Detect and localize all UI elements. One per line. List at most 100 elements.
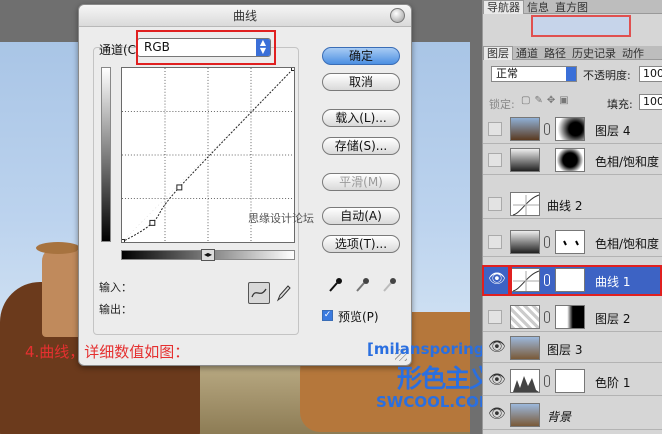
highlight-box-channel	[136, 30, 276, 65]
dialog-titlebar[interactable]: 曲线	[79, 5, 411, 27]
layer-row[interactable]: 图层 2	[483, 302, 662, 332]
layer-name: 色相/饱和度	[595, 237, 660, 251]
eye-icon[interactable]: 👁	[488, 340, 506, 355]
eye-icon[interactable]: 👁	[488, 373, 506, 388]
curve-control-point[interactable]	[291, 67, 295, 71]
load-button[interactable]: 载入(L)...	[322, 109, 400, 127]
layer-name: 图层 3	[547, 343, 583, 357]
layer-tab-row: 图层 通道 路径 历史记录 动作	[483, 46, 662, 60]
highlight-box-layer	[508, 265, 662, 296]
blend-mode-value: 正常	[496, 67, 518, 80]
fill-label: 填充:	[607, 98, 633, 111]
layer-name: 色阶 1	[595, 376, 631, 390]
layer-name: 背景	[547, 410, 572, 424]
tab-layers[interactable]: 图层	[483, 46, 513, 60]
tab-actions[interactable]: 动作	[619, 47, 647, 60]
adjustment-thumbnail	[510, 148, 540, 172]
visibility-toggle[interactable]	[488, 153, 502, 167]
tab-history[interactable]: 历史记录	[569, 47, 619, 60]
gradient-toggle-icon[interactable]: ◂▸	[201, 249, 215, 261]
lock-label: 锁定:	[489, 98, 515, 111]
layer-name: 图层 2	[595, 312, 631, 326]
gray-eyedropper-icon[interactable]	[355, 275, 371, 293]
layer-mask[interactable]	[555, 117, 585, 141]
link-icon	[544, 375, 550, 387]
brand-line-3: SWCOOL.COM	[376, 393, 494, 411]
ok-button[interactable]: 确定	[322, 47, 400, 65]
input-label: 输入：	[99, 281, 132, 294]
curve-control-point[interactable]	[121, 239, 125, 243]
layer-row[interactable]: 👁 图层 3	[483, 333, 662, 363]
tab-info[interactable]: 信息	[524, 1, 552, 14]
tab-paths[interactable]: 路径	[541, 47, 569, 60]
opacity-input[interactable]: 100	[639, 66, 662, 82]
preview-label: 预览(P)	[338, 310, 379, 324]
layer-mask[interactable]	[555, 305, 585, 329]
layer-row[interactable]: 图层 4	[483, 114, 662, 144]
levels-icon	[513, 376, 539, 392]
layer-thumbnail	[510, 336, 540, 360]
eye-icon[interactable]: 👁	[488, 407, 506, 422]
white-eyedropper-icon[interactable]	[382, 275, 398, 293]
photo-hat	[36, 242, 80, 254]
layer-name: 图层 4	[595, 124, 631, 138]
tab-navigator[interactable]: 导航器	[483, 0, 524, 14]
layer-row[interactable]: 色相/饱和度	[483, 227, 662, 257]
layer-name: 色相/饱和度	[595, 155, 660, 169]
curve-tool-icon	[251, 288, 267, 298]
close-icon[interactable]	[390, 8, 405, 23]
layer-thumbnail	[510, 117, 540, 141]
blend-mode-select[interactable]: 正常	[491, 66, 577, 82]
curve-control-point[interactable]	[176, 184, 183, 191]
brand-line-2: 形色主义	[397, 364, 494, 393]
black-eyedropper-icon[interactable]	[328, 275, 344, 293]
dialog-title: 曲线	[232, 9, 257, 23]
visibility-toggle[interactable]	[488, 122, 502, 136]
tab-channels[interactable]: 通道	[513, 47, 541, 60]
visibility-toggle[interactable]	[488, 310, 502, 324]
mask-shape	[563, 240, 579, 246]
save-button[interactable]: 存储(S)...	[322, 137, 400, 155]
fill-input[interactable]: 100	[639, 94, 662, 110]
link-icon	[544, 311, 550, 323]
preview-checkbox[interactable]: ✓	[322, 310, 333, 321]
pencil-tool-button[interactable]	[275, 283, 293, 303]
layer-row[interactable]: 曲线 2	[483, 189, 662, 219]
auto-button[interactable]: 自动(A)	[322, 207, 400, 225]
layer-row[interactable]: 👁 色阶 1	[483, 366, 662, 396]
layer-mask[interactable]	[555, 230, 585, 254]
watermark-text: 思缘设计论坛	[248, 212, 314, 225]
output-gradient-bar	[101, 67, 111, 242]
navigator-preview[interactable]	[531, 15, 631, 37]
layer-thumbnail	[510, 305, 540, 329]
pencil-icon	[276, 285, 291, 302]
layer-row[interactable]: 👁 背景	[483, 400, 662, 430]
photo-rider	[42, 247, 82, 337]
adjustment-thumbnail	[510, 230, 540, 254]
curve-control-point[interactable]	[149, 219, 156, 226]
visibility-toggle[interactable]	[488, 197, 502, 211]
layers-panel: 导航器 信息 直方图 图层 通道 路径 历史记录 动作 正常 不透明度: 100 锁定: ▢…	[482, 0, 662, 434]
lock-icons[interactable]: ▢✎✥▣	[521, 95, 573, 106]
curves-dialog: 曲线 通道(C): RGB ▲ ▼ ◂▸ 输入： 输出： 确定 取消 载入(L).…	[78, 4, 412, 366]
layer-mask[interactable]	[555, 148, 585, 172]
layer-name: 曲线 2	[547, 199, 583, 213]
curve-tool-button[interactable]	[248, 282, 270, 304]
levels-thumbnail	[510, 369, 540, 393]
smooth-button[interactable]: 平滑(M)	[322, 173, 400, 191]
curves-icon	[512, 194, 540, 216]
options-button[interactable]: 选项(T)...	[322, 235, 400, 253]
link-icon	[544, 236, 550, 248]
tutorial-caption: 4.曲线，详细数值如图：	[25, 343, 190, 361]
layer-thumbnail	[510, 403, 540, 427]
cancel-button[interactable]: 取消	[322, 73, 400, 91]
tab-histogram[interactable]: 直方图	[552, 1, 591, 14]
curves-thumbnail	[510, 192, 540, 216]
opacity-label: 不透明度:	[583, 69, 631, 82]
output-label: 输出：	[99, 303, 132, 316]
layer-row[interactable]: 色相/饱和度	[483, 145, 662, 175]
link-icon	[544, 123, 550, 135]
visibility-toggle[interactable]	[488, 235, 502, 249]
layer-mask[interactable]	[555, 369, 585, 393]
chevron-down-icon	[566, 67, 576, 81]
